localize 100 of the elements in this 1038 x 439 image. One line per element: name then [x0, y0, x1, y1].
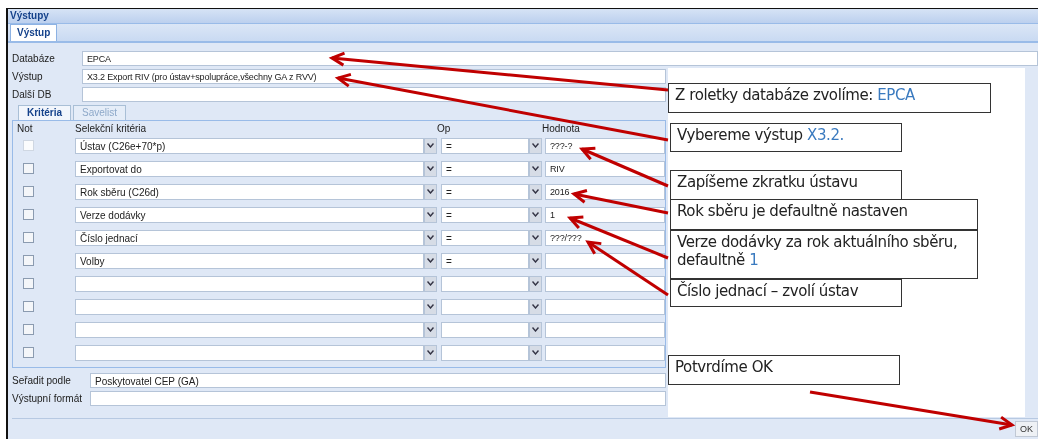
column-header: Selekční kritéria [75, 123, 147, 134]
dropdown-field[interactable]: = [441, 229, 529, 246]
dropdown-button[interactable] [529, 137, 542, 154]
column-header: Hodnota [542, 123, 580, 134]
checkbox[interactable] [23, 278, 34, 289]
checkbox[interactable] [23, 209, 34, 220]
dropdown-field[interactable] [75, 321, 424, 338]
dropdown-button[interactable] [529, 275, 542, 292]
callout-text: Zapíšeme zkratku ústavu [670, 170, 902, 200]
caret-icon [427, 258, 434, 263]
input-field[interactable]: X3.2 Export RIV (pro ústav+spolupráce,všechny GA z RVV) [82, 68, 666, 84]
dropdown-field[interactable]: Číslo jednací [75, 229, 424, 246]
field-label: Další DB [12, 88, 53, 100]
dropdown-button[interactable] [424, 275, 437, 292]
caret-icon [427, 304, 434, 309]
input-field[interactable]: 2016 [545, 183, 665, 200]
dropdown-field[interactable] [441, 275, 529, 292]
input-field[interactable] [545, 298, 665, 315]
callout-text: Potvrdíme OK [668, 355, 900, 385]
caret-icon [532, 212, 539, 217]
checkbox[interactable] [23, 232, 34, 243]
checkbox[interactable] [23, 324, 34, 335]
dropdown-button[interactable] [424, 160, 437, 177]
caret-icon [532, 235, 539, 240]
dropdown-button[interactable] [424, 252, 437, 269]
dropdown-button[interactable] [529, 252, 542, 269]
caret-icon [427, 281, 434, 286]
checkbox[interactable] [23, 186, 34, 197]
dropdown-button[interactable] [529, 206, 542, 223]
field-label: Seřadit podle [12, 374, 72, 386]
input-field[interactable]: 1 [545, 206, 665, 223]
field-label: Výstupní formát [12, 392, 84, 404]
caret-icon [532, 189, 539, 194]
dropdown-button[interactable] [424, 229, 437, 246]
caret-icon [427, 327, 434, 332]
dropdown-field[interactable] [441, 344, 529, 361]
checkbox[interactable] [23, 347, 34, 358]
callout-text: Verze dodávky za rok aktuálního sběru, defaultně 1 [670, 230, 978, 279]
dropdown-field[interactable] [75, 275, 424, 292]
checkbox[interactable] [23, 301, 34, 312]
dropdown-field[interactable]: = [441, 206, 529, 223]
dropdown-button[interactable] [424, 137, 437, 154]
dropdown-field[interactable] [75, 344, 424, 361]
caret-icon [427, 143, 434, 148]
caret-icon [532, 327, 539, 332]
caret-icon [532, 258, 539, 263]
dropdown-field[interactable]: = [441, 160, 529, 177]
caret-icon [427, 235, 434, 240]
input-field[interactable]: EPCA [82, 50, 1038, 66]
input-field[interactable] [545, 321, 665, 338]
dropdown-field[interactable] [441, 298, 529, 315]
input-field[interactable] [545, 252, 665, 269]
input-field[interactable] [545, 344, 665, 361]
dropdown-field[interactable]: Verze dodávky [75, 206, 424, 223]
caret-icon [427, 166, 434, 171]
dropdown-field[interactable]: Exportovat do [75, 160, 424, 177]
dropdown-button[interactable] [529, 183, 542, 200]
ok-button[interactable]: OK [1015, 421, 1038, 437]
dropdown-button[interactable] [424, 206, 437, 223]
dropdown-button[interactable] [424, 344, 437, 361]
window-title: Výstupy [8, 9, 1038, 24]
caret-icon [532, 304, 539, 309]
input-field[interactable] [82, 86, 666, 102]
caret-icon [532, 350, 539, 355]
column-header: Not [17, 123, 33, 134]
field-label: Databáze [12, 52, 56, 64]
dropdown-button[interactable] [424, 298, 437, 315]
checkbox[interactable] [23, 255, 34, 266]
dropdown-field[interactable]: = [441, 183, 529, 200]
dropdown-button[interactable] [424, 321, 437, 338]
caret-icon [427, 212, 434, 217]
dropdown-field[interactable]: = [441, 252, 529, 269]
input-field[interactable] [545, 275, 665, 292]
dropdown-field[interactable] [75, 298, 424, 315]
field-label: Výstup [12, 70, 44, 82]
callout-text: Vybereme výstup X3.2. [670, 123, 902, 152]
dropdown-button[interactable] [529, 160, 542, 177]
caret-icon [532, 143, 539, 148]
input-field[interactable]: RIV [545, 160, 665, 177]
column-header: Op [437, 123, 451, 134]
dropdown-button[interactable] [529, 298, 542, 315]
dropdown-button[interactable] [529, 229, 542, 246]
input-field[interactable]: Poskytovatel CEP (GA) [90, 372, 666, 388]
caret-icon [427, 350, 434, 355]
caret-icon [532, 281, 539, 286]
caret-icon [427, 189, 434, 194]
tab[interactable]: Kritéria [18, 105, 71, 120]
dropdown-button[interactable] [529, 344, 542, 361]
callout-text: Z roletky databáze zvolíme: EPCA [668, 83, 991, 113]
callout-text: Rok sběru je defaultně nastaven [670, 199, 978, 230]
dropdown-field[interactable]: Rok sběru (C26d) [75, 183, 424, 200]
dropdown-field[interactable] [441, 321, 529, 338]
input-field[interactable] [90, 390, 666, 406]
dropdown-button[interactable] [424, 183, 437, 200]
caret-icon [532, 166, 539, 171]
input-field[interactable]: ???/??? [545, 229, 665, 246]
checkbox[interactable] [23, 163, 34, 174]
dropdown-button[interactable] [529, 321, 542, 338]
tab[interactable]: Výstup [10, 24, 58, 41]
dropdown-field[interactable]: Volby [75, 252, 424, 269]
